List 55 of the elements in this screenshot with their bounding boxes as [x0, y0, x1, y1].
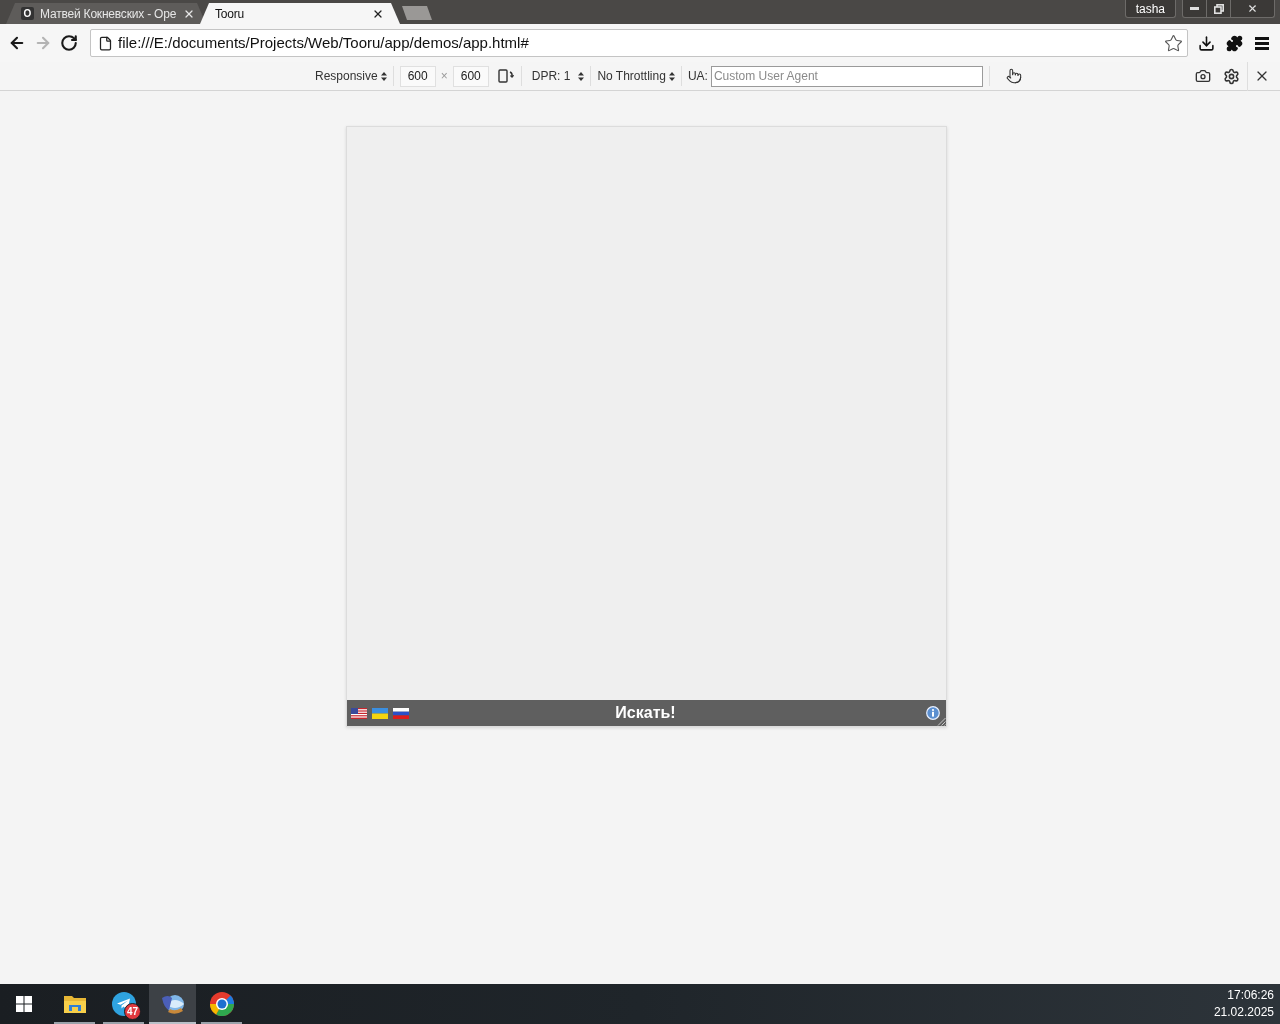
rotate-button[interactable]	[496, 67, 515, 85]
search-button[interactable]: Искать!	[615, 705, 676, 721]
language-button[interactable]	[393, 707, 409, 719]
bookmark-button[interactable]	[1162, 32, 1184, 54]
language-button[interactable]	[372, 707, 388, 719]
site-favicon: O	[21, 7, 34, 20]
height-input[interactable]: 600	[452, 65, 489, 87]
settings-icon	[1222, 67, 1240, 85]
tab-title: Матвей Кокневских - Ope	[40, 5, 177, 23]
us-flag-icon	[351, 707, 367, 719]
close-icon	[1247, 3, 1258, 14]
width-input[interactable]: 600	[399, 65, 436, 87]
ua-label: UA:	[687, 68, 708, 85]
rotate-device-icon	[497, 69, 514, 83]
info-button[interactable]	[926, 706, 940, 720]
new-tab-button[interactable]	[402, 6, 432, 20]
updown-caret-icon	[578, 71, 585, 81]
forward-icon	[34, 34, 52, 52]
address-bar[interactable]: file:///E:/documents/Projects/Web/Tooru/app/demos/app.html#	[90, 29, 1188, 57]
globe-icon	[159, 992, 186, 1016]
dpr-select[interactable]: DPR: 1	[531, 67, 585, 85]
menu-icon	[1255, 36, 1269, 50]
clock-time: 17:06:26	[1227, 987, 1274, 1004]
tab-title: Tooru	[215, 5, 245, 23]
download-icon	[1197, 34, 1215, 52]
star-icon	[1163, 33, 1183, 53]
restore-icon	[1213, 3, 1224, 14]
camera-icon	[1195, 68, 1211, 84]
taskbar-app-button[interactable]: 47	[100, 984, 147, 1024]
windows-logo-icon	[16, 996, 32, 1012]
profile-button[interactable]: tasha	[1124, 0, 1176, 18]
info-icon	[926, 706, 940, 720]
ukraine-flag-icon	[372, 707, 388, 719]
dimension-separator: ×	[440, 68, 448, 85]
russia-flag-icon	[393, 707, 409, 719]
folder-icon	[62, 994, 87, 1014]
device-mode-select[interactable]: Responsive	[315, 67, 387, 85]
hand-pointer-icon	[1005, 68, 1022, 84]
count-badge: 47	[124, 1003, 142, 1020]
reload-icon	[60, 34, 78, 52]
updown-caret-icon	[380, 71, 387, 81]
language-button[interactable]	[351, 707, 367, 719]
user-agent-field[interactable]: Custom User Agent	[710, 65, 983, 87]
back-icon	[8, 34, 26, 52]
clock-date: 21.02.2025	[1213, 1004, 1274, 1021]
resize-grip-icon[interactable]	[937, 717, 946, 726]
throttling-select[interactable]: No Throttling	[597, 67, 675, 85]
ring-icon	[209, 992, 234, 1016]
minimize-icon	[1190, 7, 1199, 10]
url-text: file:///E:/documents/Projects/Web/Tooru/app/demos/app.html#	[118, 32, 529, 53]
page-icon	[98, 35, 113, 51]
taskbar-app-button[interactable]	[149, 984, 196, 1024]
browser-tab[interactable]: Tooru	[200, 3, 400, 24]
puzzle-icon	[1225, 34, 1243, 52]
updown-caret-icon	[668, 71, 675, 81]
